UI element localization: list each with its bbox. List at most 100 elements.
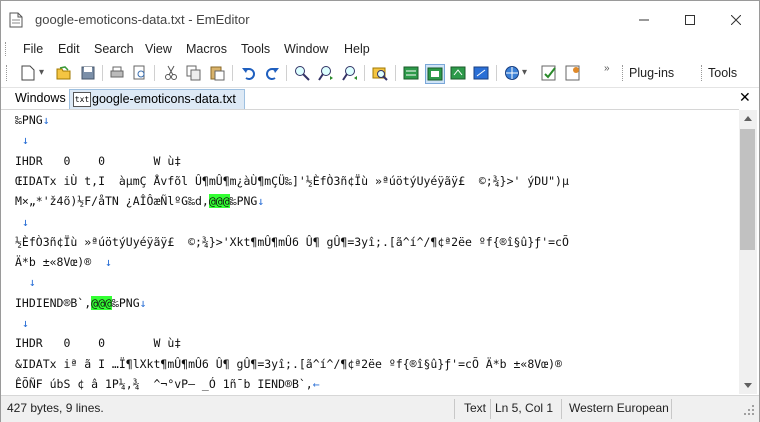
- line-text: M×„*'ž4õ)½F/åTN ¿AÎÔæÑlºG‰d,: [15, 194, 209, 209]
- paste-button[interactable]: [208, 64, 226, 82]
- new-button[interactable]: [19, 64, 37, 82]
- redo-icon: [266, 68, 279, 80]
- editor-line[interactable]: IHDR 0 0 W ù‡: [15, 152, 181, 170]
- view-3-button[interactable]: [449, 64, 467, 82]
- status-position[interactable]: Ln 5, Col 1: [495, 401, 553, 415]
- vertical-scrollbar[interactable]: [739, 110, 757, 394]
- window-title: google-emoticons-data.txt - EmEditor: [35, 12, 250, 27]
- resize-grip-icon[interactable]: [743, 404, 755, 416]
- encoding-icon: [505, 66, 519, 80]
- find-button[interactable]: [293, 64, 311, 82]
- windows-label[interactable]: Windows: [15, 91, 66, 105]
- view-1-button[interactable]: [402, 64, 420, 82]
- view-2-button[interactable]: [425, 64, 445, 84]
- menu-help[interactable]: Help: [344, 42, 370, 56]
- view-4-button[interactable]: [472, 64, 490, 82]
- customize-button[interactable]: [564, 64, 582, 82]
- maximize-button[interactable]: [667, 1, 713, 39]
- scroll-thumb[interactable]: [740, 129, 755, 250]
- print-icon: [110, 66, 124, 78]
- menu-tools[interactable]: Tools: [241, 42, 270, 56]
- status-separator: [561, 399, 562, 419]
- editor-line[interactable]: ↓: [15, 213, 29, 231]
- find-next-button[interactable]: [317, 64, 335, 82]
- editor-line[interactable]: ↓: [15, 273, 36, 291]
- editor-line[interactable]: Ä*b ±«8Vœ)® ↓: [15, 253, 112, 271]
- line-text: IHDR 0 0 W ù‡: [15, 336, 182, 351]
- find-prev-button[interactable]: [341, 64, 359, 82]
- line-text: Ä*b ±«8Vœ)®: [15, 255, 106, 270]
- minimize-icon: [639, 19, 649, 21]
- close-button[interactable]: [713, 1, 759, 39]
- open-button[interactable]: [55, 64, 73, 82]
- plugins-toolbar[interactable]: Plug-ins: [629, 66, 674, 80]
- find-in-files-button[interactable]: [371, 64, 389, 82]
- line-text: [15, 133, 22, 147]
- scroll-down-arrow[interactable]: [739, 377, 757, 394]
- properties-button[interactable]: [540, 64, 558, 82]
- toolbar-grip[interactable]: [701, 65, 705, 81]
- encoding-dropdown-icon[interactable]: ▾: [522, 67, 527, 78]
- print-button[interactable]: [108, 64, 126, 82]
- menu-macros[interactable]: Macros: [186, 42, 227, 56]
- toolbar-separator: [154, 65, 155, 81]
- line-end-marker: ↓: [21, 214, 29, 229]
- editor-line[interactable]: ½ÈfÒ3ñ¢Ïù »ªúötýUyéÿãÿ£ ©;¾}>'Xkt¶mÛ¶mÛ6…: [15, 233, 569, 251]
- editor-line[interactable]: ↓: [15, 314, 29, 332]
- line-text: IHDIEND®B`,: [15, 295, 92, 310]
- editor-line[interactable]: ↓: [15, 131, 29, 149]
- editor-line[interactable]: ŒIDATx iÙ t,I àµmÇ Åvfõl Û¶mÛ¶m¿àÙ¶mÇÜ‰]…: [15, 172, 569, 190]
- line-text: ŒIDATx iÙ t,I àµmÇ Åvfõl Û¶mÛ¶m¿àÙ¶mÇÜ‰]…: [15, 173, 569, 188]
- menu-edit[interactable]: Edit: [58, 42, 80, 56]
- line-text: ‰PNG: [15, 113, 43, 127]
- status-mode[interactable]: Text: [464, 401, 486, 415]
- redo-button[interactable]: [263, 64, 281, 82]
- editor-line[interactable]: ÊÕÑF úbS ¢ â 1P¼,¾ ^¬°vP— _Ó 1ñ¯b IEND®B…: [15, 375, 320, 393]
- toolbar-separator: [364, 65, 365, 81]
- toolbar-separator: [496, 65, 497, 81]
- copy-button[interactable]: [185, 64, 203, 82]
- line-end-marker: ↓: [42, 113, 50, 127]
- status-encoding[interactable]: Western European: [569, 401, 669, 415]
- menu-search[interactable]: Search: [94, 42, 134, 56]
- editor-line[interactable]: IHDIEND®B`,@@@‰PNG↓: [15, 294, 147, 312]
- undo-button[interactable]: [240, 64, 258, 82]
- encoding-button[interactable]: [503, 64, 521, 82]
- new-icon: [21, 65, 35, 81]
- copy-icon: [186, 65, 201, 81]
- toolbar-grip[interactable]: [622, 65, 626, 81]
- editor-line[interactable]: M×„*'ž4õ)½F/åTN ¿AÎÔæÑlºG‰d,@@@‰PNG↓: [15, 192, 264, 210]
- line-text: &IDATx iª ã I …Ï¶lXkt¶mÛ¶mÛ6 Û¶ gÛ¶=3yî;…: [15, 356, 562, 371]
- menu-grip[interactable]: [5, 42, 9, 56]
- tab-label: google-emoticons-data.txt: [92, 92, 236, 106]
- tab-bar: Windows txt google-emoticons-data.txt ✕: [1, 87, 759, 110]
- toolbar-separator: [286, 65, 287, 81]
- close-tab-icon[interactable]: ✕: [739, 89, 751, 106]
- save-button[interactable]: [79, 64, 97, 82]
- find-icon: [295, 66, 310, 81]
- menu-file[interactable]: File: [23, 42, 43, 56]
- editor-line[interactable]: &IDATx iª ã I …Ï¶lXkt¶mÛ¶mÛ6 Û¶ gÛ¶=3yî;…: [15, 355, 562, 373]
- line-text: IHDR 0 0 W ù‡: [15, 153, 182, 168]
- toolbar-grip[interactable]: [6, 65, 10, 81]
- editor-text-area[interactable]: ‰PNG↓ ↓ IHDR 0 0 W ù‡ ŒIDATx iÙ t,I àµmÇ Å…: [1, 109, 739, 396]
- new-dropdown-icon[interactable]: ▾: [39, 67, 44, 78]
- tab-google-emoticons-data[interactable]: txt google-emoticons-data.txt: [69, 89, 245, 110]
- find-next-icon: [318, 66, 333, 81]
- minimize-button[interactable]: [621, 1, 667, 39]
- title-bar: google-emoticons-data.txt - EmEditor: [1, 1, 759, 39]
- scroll-up-arrow[interactable]: [739, 110, 757, 127]
- menu-view[interactable]: View: [145, 42, 172, 56]
- close-icon: [731, 15, 741, 25]
- cut-button[interactable]: [162, 64, 180, 82]
- line-text: [15, 215, 22, 229]
- print-preview-button[interactable]: [131, 64, 149, 82]
- editor-line[interactable]: IHDR 0 0 W ù‡: [15, 334, 181, 352]
- line-end-marker: ←: [312, 376, 320, 391]
- editor-line[interactable]: ‰PNG↓: [15, 111, 50, 129]
- view-2-icon: [427, 67, 443, 81]
- menu-window[interactable]: Window: [284, 42, 328, 56]
- tools-toolbar[interactable]: Tools: [708, 66, 737, 80]
- line-text: ½ÈfÒ3ñ¢Ïù »ªúötýUyéÿãÿ£ ©;¾}>'Xkt¶mÛ¶mÛ6…: [15, 234, 569, 249]
- toolbar-overflow-icon[interactable]: »: [604, 63, 610, 74]
